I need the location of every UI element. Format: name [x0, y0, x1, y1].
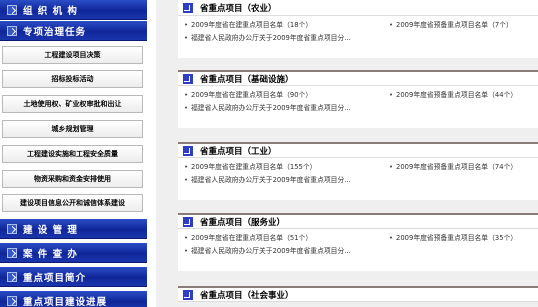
sidebar-section-special[interactable]: 专项治理任务 — [0, 21, 147, 41]
sidebar-item-label: 工程建设项目决策 — [44, 51, 101, 59]
project-link[interactable]: 2009年度省在建重点项目名单（51个） — [184, 232, 312, 245]
arrow-icon — [183, 73, 193, 84]
sidebar-section-project-progress[interactable]: 重点项目建设进展 — [0, 291, 147, 307]
sidebar-item-label: 城乡规划管理 — [51, 125, 94, 133]
section-header: 省重点项目（工业） — [178, 142, 538, 158]
section-header: 省重点项目（基础设施） — [178, 70, 538, 86]
sidebar-section-case-investigation[interactable]: 案 件 查 办 — [0, 243, 147, 263]
project-link[interactable]: 2009年度省在建重点项目名单（18个） — [184, 19, 312, 32]
sidebar-item-info-disclosure[interactable]: 建设项目信息公开和诚信体系建设 — [2, 194, 143, 212]
chevron-right-icon — [7, 271, 17, 282]
project-link[interactable]: 2009年度省预备重点项目名单（44个） — [389, 89, 517, 102]
sidebar-item-construction-safety[interactable]: 工程建设实施和工程安全质量 — [2, 145, 143, 163]
sidebar-section-org[interactable]: 组 织 机 构 — [0, 0, 147, 20]
section-title[interactable]: 省重点项目（工业） — [200, 145, 277, 157]
sidebar-section-label: 重点项目简介 — [23, 272, 87, 284]
section-body: 2009年度省在建重点项目名单（51个） 2009年度省预备重点项目名单（35个… — [178, 229, 538, 271]
project-link[interactable]: 2009年度省在建重点项目名单（155个） — [184, 161, 316, 174]
main-content: 省重点项目（农业） 2009年度省在建重点项目名单（18个） 2009年度省预备… — [156, 0, 538, 307]
sidebar-section-label: 重点项目建设进展 — [23, 296, 108, 307]
project-section-infrastructure: 省重点项目（基础设施） 2009年度省在建重点项目名单（90个） 2009年度省… — [178, 70, 538, 128]
section-title[interactable]: 省重点项目（农业） — [200, 2, 277, 14]
chevron-right-icon — [7, 295, 17, 306]
sidebar-section-label: 建 设 管 理 — [23, 224, 78, 236]
sidebar-item-urban-planning[interactable]: 城乡规划管理 — [2, 120, 143, 138]
sidebar-item-bidding[interactable]: 招标投标活动 — [2, 70, 143, 88]
sidebar-section-label: 组 织 机 构 — [23, 5, 78, 17]
section-title[interactable]: 省重点项目（服务业） — [200, 216, 285, 228]
sidebar-item-land-rights[interactable]: 土地使用权、矿业权审批和出让 — [2, 95, 143, 113]
project-section-industry: 省重点项目（工业） 2009年度省在建重点项目名单（155个） 2009年度省预… — [178, 142, 538, 200]
chevron-right-icon — [7, 25, 17, 36]
project-link[interactable]: 2009年度省预备重点项目名单（74个） — [389, 161, 517, 174]
section-header: 省重点项目（服务业） — [178, 213, 538, 229]
sidebar-item-label: 工程建设实施和工程安全质量 — [27, 150, 118, 158]
sidebar-section-label: 案 件 查 办 — [23, 248, 78, 260]
project-link[interactable]: 福建省人民政府办公厅关于2009年度省重点项目分... — [184, 245, 351, 258]
sidebar-item-procurement[interactable]: 物资采购和资金安排使用 — [2, 170, 143, 188]
project-link[interactable]: 福建省人民政府办公厅关于2009年度省重点项目分... — [184, 102, 351, 115]
project-link[interactable]: 福建省人民政府办公厅关于2009年度省重点项目分... — [184, 174, 351, 187]
chevron-right-icon — [7, 247, 17, 258]
section-body: 2009年度省在建重点项目名单（90个） 2009年度省预备重点项目名单（44个… — [178, 86, 538, 128]
sidebar-item-label: 土地使用权、矿业权审批和出让 — [23, 100, 122, 108]
sidebar-item-label: 建设项目信息公开和诚信体系建设 — [20, 199, 125, 207]
arrow-icon — [183, 216, 193, 227]
arrow-icon — [183, 2, 193, 13]
project-link[interactable]: 2009年度省在建重点项目名单（90个） — [184, 89, 312, 102]
project-section-social: 省重点项目（社会事业） — [178, 286, 538, 302]
project-link[interactable]: 2009年度省预备重点项目名单（35个） — [389, 232, 517, 245]
project-section-services: 省重点项目（服务业） 2009年度省在建重点项目名单（51个） 2009年度省预… — [178, 213, 538, 271]
project-link[interactable]: 福建省人民政府办公厅关于2009年度省重点项目分... — [184, 32, 351, 45]
project-link[interactable]: 2009年度省预备重点项目名单（7个） — [389, 19, 513, 32]
section-header: 省重点项目（农业） — [178, 0, 538, 16]
sidebar-item-project-decision[interactable]: 工程建设项目决策 — [2, 46, 143, 64]
section-body: 2009年度省在建重点项目名单（155个） 2009年度省预备重点项目名单（74… — [178, 158, 538, 200]
chevron-right-icon — [7, 4, 17, 15]
section-header: 省重点项目（社会事业） — [178, 286, 538, 302]
arrow-icon — [183, 289, 193, 300]
section-title[interactable]: 省重点项目（基础设施） — [200, 73, 294, 85]
arrow-icon — [183, 145, 193, 156]
sidebar-item-label: 物资采购和资金安排使用 — [34, 175, 111, 183]
project-section-agriculture: 省重点项目（农业） 2009年度省在建重点项目名单（18个） 2009年度省预备… — [178, 0, 538, 58]
sidebar: 组 织 机 构 专项治理任务 工程建设项目决策 招标投标活动 土地使用权、矿业权… — [0, 0, 155, 307]
chevron-right-icon — [7, 223, 17, 234]
sidebar-section-construction-mgmt[interactable]: 建 设 管 理 — [0, 219, 147, 239]
sidebar-section-label: 专项治理任务 — [23, 26, 87, 38]
section-title[interactable]: 省重点项目（社会事业） — [200, 289, 294, 301]
sidebar-section-key-projects[interactable]: 重点项目简介 — [0, 267, 147, 287]
section-body: 2009年度省在建重点项目名单（18个） 2009年度省预备重点项目名单（7个）… — [178, 16, 538, 58]
sidebar-item-label: 招标投标活动 — [51, 75, 94, 83]
